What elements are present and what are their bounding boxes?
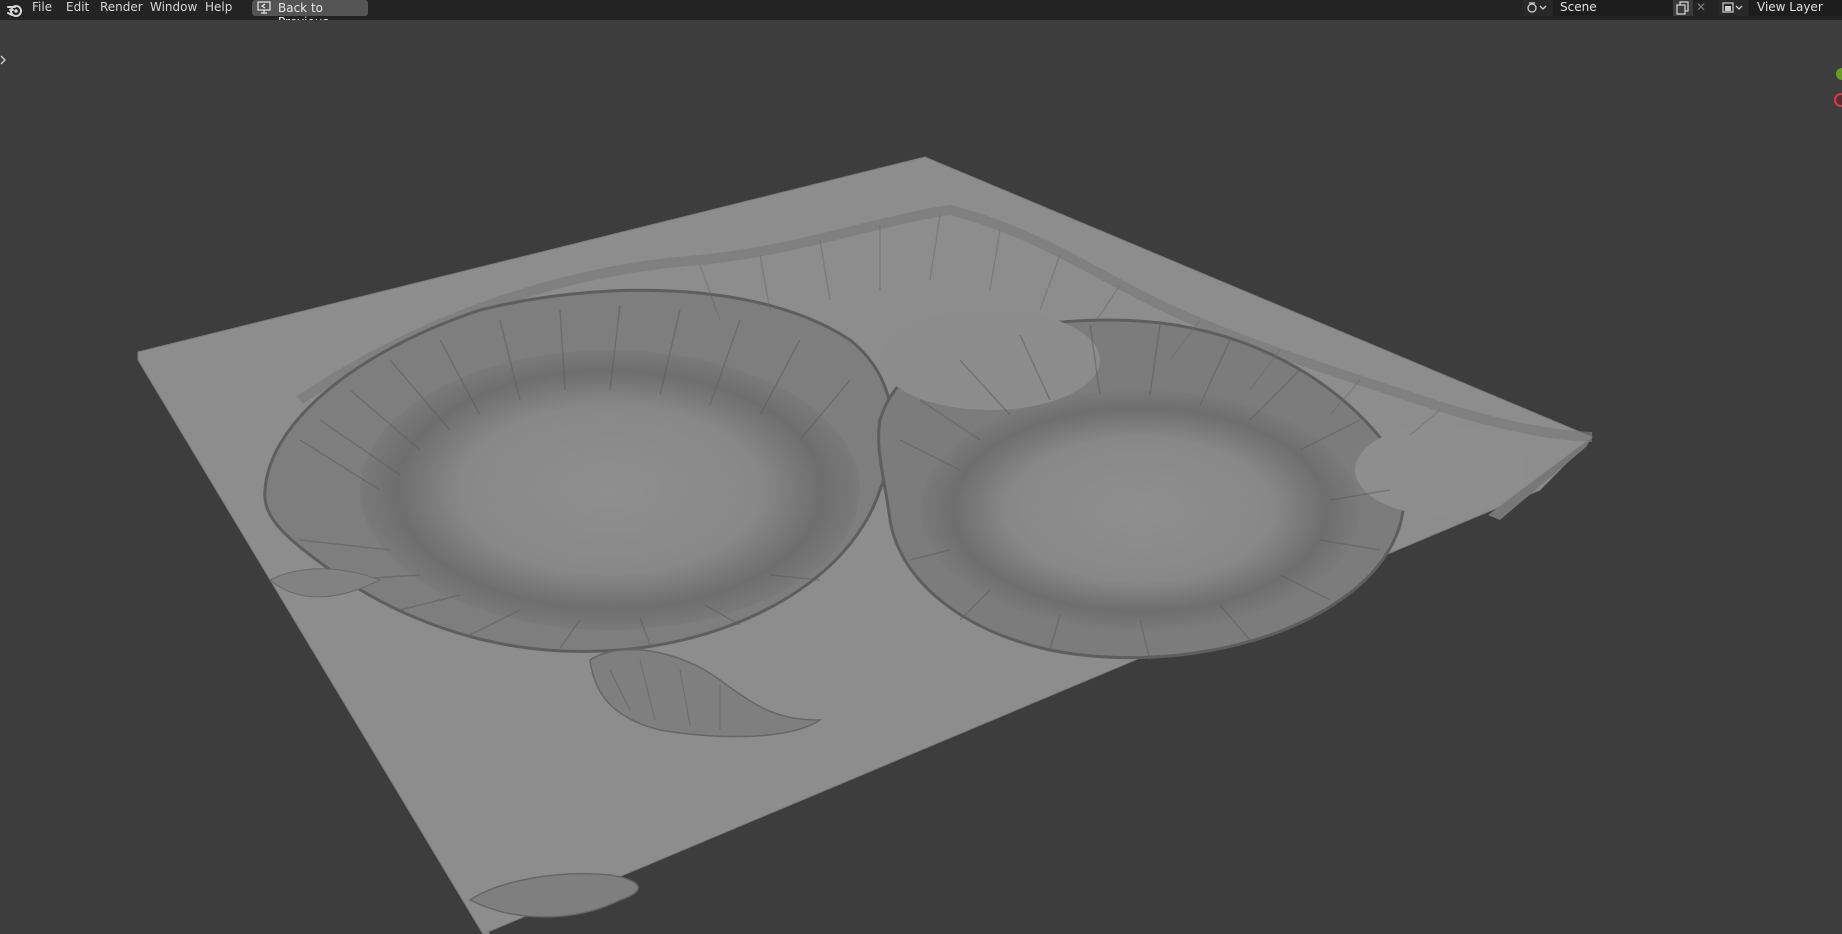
navigation-gizmo-y-axis[interactable] [1836,68,1842,80]
view-layer-icon [1722,2,1743,13]
view-layer-name: View Layer [1757,0,1823,14]
back-to-previous-icon [257,1,271,14]
scene-type-dropdown[interactable] [1522,0,1552,16]
view-layer-type-dropdown[interactable] [1718,0,1748,16]
navigation-gizmo-x-axis[interactable] [1834,93,1842,107]
view-layer-name-field[interactable]: View Layer [1749,0,1842,16]
scene-copy-button[interactable] [1673,0,1693,16]
blender-window: File Edit Render Window Help Back to Pre… [0,0,1842,934]
copy-icon [1676,1,1689,15]
3d-viewport[interactable] [0,20,1842,934]
scene-name: Scene [1560,0,1597,14]
menu-render[interactable]: Render [100,0,143,20]
menu-edit[interactable]: Edit [66,0,89,20]
close-icon[interactable]: ✕ [1693,0,1709,16]
sidebar-toggle-icon[interactable] [0,54,8,66]
menu-window[interactable]: Window [150,0,197,20]
back-to-previous-button[interactable]: Back to Previous [252,0,368,29]
menu-help[interactable]: Help [205,0,232,20]
scene-icon [1527,2,1547,13]
top-bar: File Edit Render Window Help Back to Pre… [0,0,1842,29]
terrain-mesh [137,156,1593,934]
scene-name-field[interactable]: Scene [1553,0,1673,16]
blender-logo-icon[interactable] [6,1,24,19]
menu-file[interactable]: File [32,0,52,20]
